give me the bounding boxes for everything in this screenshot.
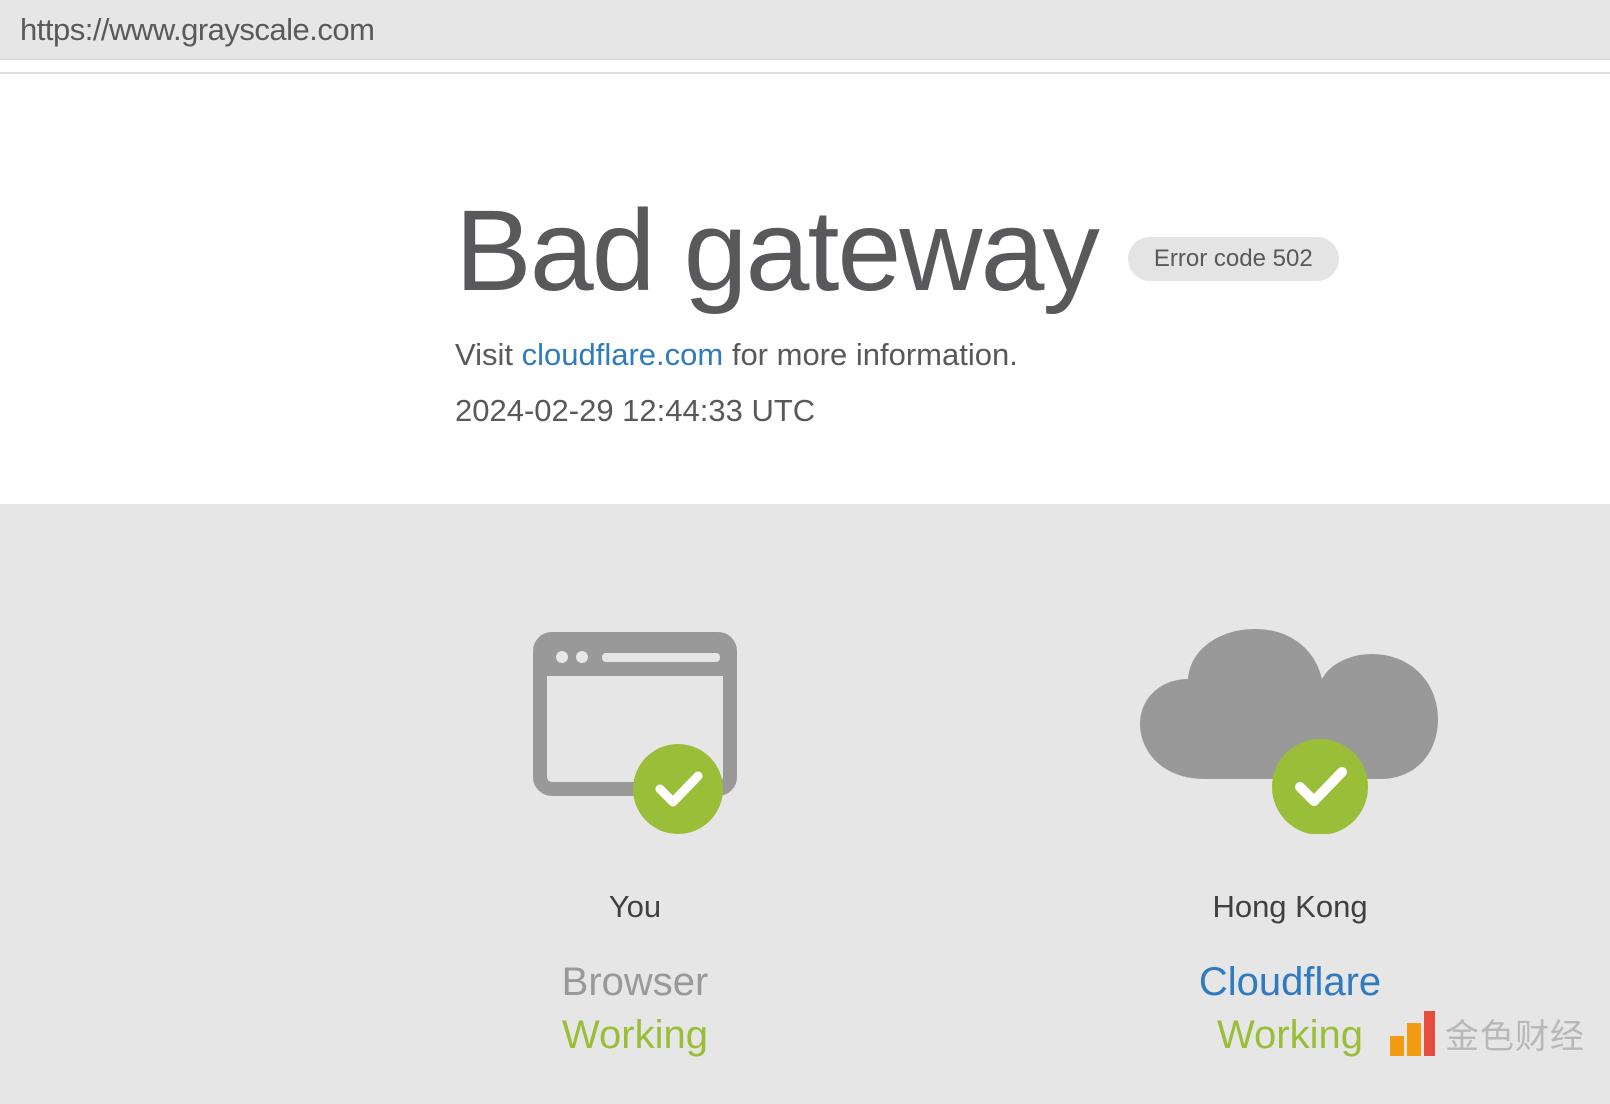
error-code-badge: Error code 502 bbox=[1128, 237, 1339, 281]
url-bar[interactable]: https://www.grayscale.com bbox=[0, 0, 1610, 60]
status-section: You Browser Working Hong Kong Cloudflare… bbox=[0, 504, 1610, 1104]
watermark-text: 金色财经 bbox=[1445, 1009, 1585, 1058]
cloud-icon-container bbox=[1120, 624, 1460, 834]
browser-window-icon bbox=[530, 624, 740, 834]
browser-icon-container bbox=[530, 624, 740, 834]
timestamp: 2024-02-29 12:44:33 UTC bbox=[455, 393, 1610, 429]
info-line: Visit cloudflare.com for more informatio… bbox=[455, 337, 1610, 373]
visit-prefix: Visit bbox=[455, 337, 522, 372]
cloudflare-type[interactable]: Cloudflare bbox=[1199, 960, 1381, 1005]
browser-label: You bbox=[609, 889, 661, 925]
error-content: Bad gateway Error code 502 Visit cloudfl… bbox=[0, 74, 1610, 504]
error-title: Bad gateway bbox=[455, 194, 1098, 309]
browser-type: Browser bbox=[562, 960, 709, 1005]
cloudflare-link[interactable]: cloudflare.com bbox=[522, 337, 724, 372]
url-text: https://www.grayscale.com bbox=[20, 12, 374, 48]
watermark: 金色财经 bbox=[1390, 1009, 1585, 1058]
cloudflare-state: Working bbox=[1217, 1013, 1363, 1058]
browser-status-item: You Browser Working bbox=[530, 624, 740, 1104]
error-header: Bad gateway Error code 502 bbox=[455, 194, 1610, 309]
cloudflare-label: Hong Kong bbox=[1212, 889, 1367, 925]
browser-state: Working bbox=[562, 1013, 708, 1058]
cloud-icon bbox=[1120, 624, 1460, 834]
visit-suffix: for more information. bbox=[723, 337, 1018, 372]
watermark-logo-icon bbox=[1390, 1011, 1435, 1056]
